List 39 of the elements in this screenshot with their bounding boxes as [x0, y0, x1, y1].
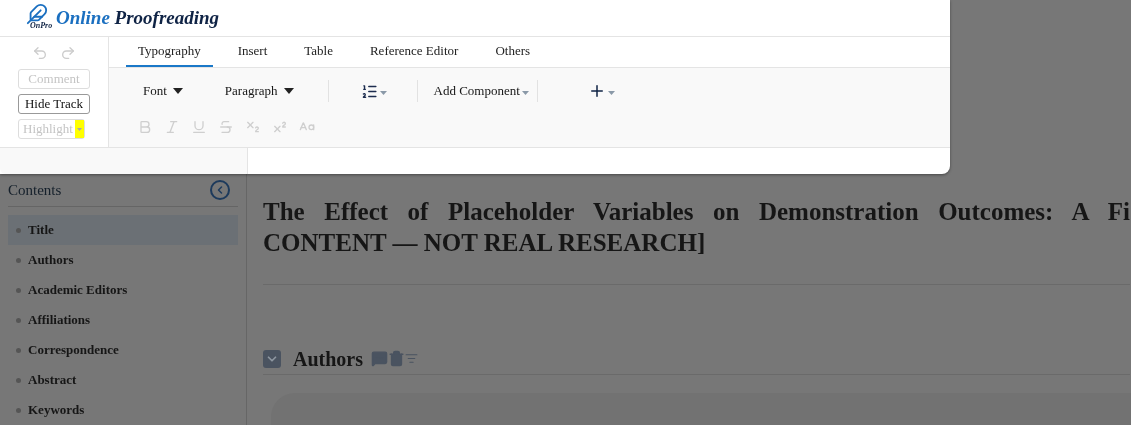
- bullet-icon: [16, 347, 21, 353]
- delete-icon[interactable]: [388, 350, 405, 367]
- add-component-button[interactable]: Add Component: [433, 81, 529, 101]
- comment-icon[interactable]: [371, 350, 388, 367]
- contents-item[interactable]: Abstract: [8, 365, 238, 395]
- menu-button[interactable]: Font: [135, 81, 191, 101]
- contents-item[interactable]: Correspondence: [8, 335, 238, 365]
- caret-icon: [283, 88, 294, 94]
- sidebar-title: Contents: [8, 180, 62, 200]
- document-title: The Effect of Placeholder Variables on Demonstration Outcomes: A Fi CONTENT — NOT REAL RESEARCH]: [263, 196, 1130, 285]
- section-title: Authors: [293, 346, 363, 372]
- caret-icon: [76, 127, 82, 131]
- collapse-button[interactable]: [210, 180, 230, 200]
- caret-icon: [379, 91, 387, 95]
- caret-icon: [607, 91, 615, 95]
- caret-icon: [172, 88, 183, 94]
- contents-item[interactable]: Academic Editors: [8, 275, 238, 305]
- bullet-icon: [16, 227, 21, 233]
- section-toggle[interactable]: [263, 349, 281, 368]
- caret-icon: [521, 91, 529, 95]
- ribbon-tab[interactable]: Table: [292, 36, 345, 67]
- bullet-icon: [16, 317, 21, 323]
- contents-item[interactable]: Title: [8, 215, 238, 245]
- contents-item[interactable]: Affiliations: [8, 305, 238, 335]
- bullet-icon: [16, 287, 21, 293]
- bullet-icon: [16, 407, 21, 413]
- contents-item[interactable]: Keywords: [8, 395, 238, 425]
- ribbon-tab[interactable]: Reference Editor: [357, 36, 471, 67]
- toolbar-button[interactable]: Hide Track: [18, 94, 90, 114]
- contents-item[interactable]: Authors: [8, 245, 238, 275]
- ribbon-tab[interactable]: Others: [483, 36, 543, 67]
- bullet-icon: [16, 377, 21, 383]
- menu-button[interactable]: Paragraph: [216, 81, 302, 101]
- bullet-icon: [16, 257, 21, 263]
- list-button[interactable]: [360, 82, 387, 100]
- ribbon-tab[interactable]: Insert: [225, 36, 280, 67]
- list-icon[interactable]: [405, 352, 418, 365]
- logo-text: Online Proofreading: [56, 5, 220, 30]
- list-icon: [360, 82, 378, 100]
